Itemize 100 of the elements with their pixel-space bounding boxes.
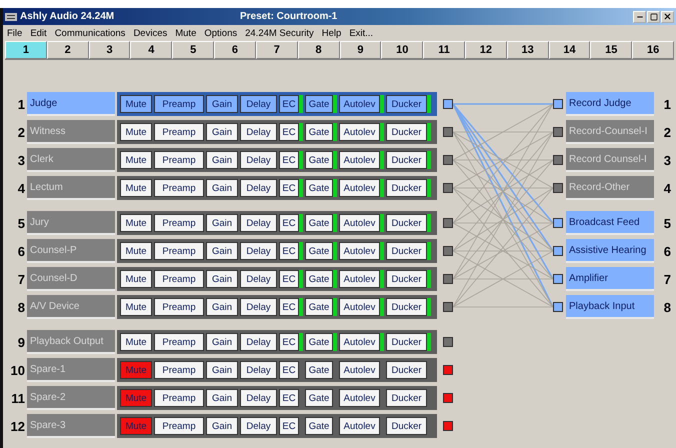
processing-button[interactable]: Gain xyxy=(206,179,238,197)
processing-button[interactable]: Ducker xyxy=(386,95,427,113)
output-port[interactable] xyxy=(553,274,563,284)
output-name[interactable]: Amplifier xyxy=(566,267,654,291)
processing-button[interactable]: Ducker xyxy=(386,298,427,316)
processing-button[interactable]: Delay xyxy=(240,333,277,351)
mute-button[interactable]: Mute xyxy=(120,242,152,260)
output-name[interactable]: Playback Input xyxy=(566,295,654,319)
mute-button[interactable]: Mute xyxy=(120,214,152,232)
processing-button[interactable]: Delay xyxy=(240,389,277,407)
output-name[interactable]: Assistive Hearing xyxy=(566,239,654,263)
mute-button[interactable]: Mute xyxy=(120,333,152,351)
processing-button[interactable]: Ducker xyxy=(386,214,427,232)
output-port[interactable] xyxy=(553,127,563,137)
input-port[interactable] xyxy=(443,246,453,256)
processing-button[interactable]: Delay xyxy=(240,151,277,169)
channel-tab[interactable]: 12 xyxy=(464,41,507,59)
processing-button[interactable]: Gate xyxy=(305,298,333,316)
input-port[interactable] xyxy=(443,393,453,403)
processing-button[interactable]: Autolev xyxy=(339,361,380,379)
processing-button[interactable]: Gate xyxy=(305,214,333,232)
processing-button[interactable]: Gate xyxy=(305,361,333,379)
mute-button[interactable]: Mute xyxy=(120,179,152,197)
processing-button[interactable]: Gain xyxy=(206,123,238,141)
maximize-button[interactable] xyxy=(647,10,660,22)
processing-button[interactable]: Autolev xyxy=(339,95,380,113)
processing-button[interactable]: EC xyxy=(279,179,299,197)
processing-button[interactable]: Gain xyxy=(206,333,238,351)
processing-button[interactable]: EC xyxy=(279,298,299,316)
input-port[interactable] xyxy=(443,421,453,431)
processing-button[interactable]: Preamp xyxy=(154,361,204,379)
menu-item[interactable]: 24.24M Security xyxy=(245,28,314,38)
processing-button[interactable]: Gate xyxy=(305,95,333,113)
channel-tab[interactable]: 1 xyxy=(5,41,47,59)
processing-button[interactable]: Ducker xyxy=(386,242,427,260)
processing-button[interactable]: Gate xyxy=(305,123,333,141)
menu-item[interactable]: Mute xyxy=(175,28,196,38)
input-port[interactable] xyxy=(443,337,453,347)
processing-button[interactable]: Preamp xyxy=(154,389,204,407)
processing-button[interactable]: Gate xyxy=(305,389,333,407)
output-port[interactable] xyxy=(553,99,563,109)
menu-item[interactable]: Exit... xyxy=(349,28,374,38)
processing-button[interactable]: EC xyxy=(279,95,299,113)
processing-button[interactable]: Gain xyxy=(206,417,238,435)
processing-button[interactable]: Delay xyxy=(240,361,277,379)
mute-button[interactable]: Mute xyxy=(120,123,152,141)
processing-button[interactable]: Ducker xyxy=(386,333,427,351)
input-name[interactable]: Judge xyxy=(27,92,115,116)
channel-tab[interactable]: 3 xyxy=(88,41,130,59)
processing-button[interactable]: Gain xyxy=(206,242,238,260)
processing-button[interactable]: Ducker xyxy=(386,361,427,379)
output-name[interactable]: Broadcast Feed xyxy=(566,211,654,235)
processing-button[interactable]: Gate xyxy=(305,333,333,351)
input-port[interactable] xyxy=(443,302,453,312)
processing-button[interactable]: EC xyxy=(279,151,299,169)
processing-button[interactable]: Ducker xyxy=(386,123,427,141)
processing-button[interactable]: Gain xyxy=(206,95,238,113)
processing-button[interactable]: Autolev xyxy=(339,270,380,288)
processing-button[interactable]: Autolev xyxy=(339,242,380,260)
processing-button[interactable]: EC xyxy=(279,417,299,435)
input-port[interactable] xyxy=(443,99,453,109)
processing-button[interactable]: EC xyxy=(279,123,299,141)
processing-button[interactable]: Ducker xyxy=(386,270,427,288)
channel-tab[interactable]: 13 xyxy=(506,41,549,59)
output-port[interactable] xyxy=(553,183,563,193)
menu-item[interactable]: Devices xyxy=(133,28,168,38)
processing-button[interactable]: EC xyxy=(279,214,299,232)
close-button[interactable] xyxy=(661,10,674,22)
processing-button[interactable]: Preamp xyxy=(154,214,204,232)
processing-button[interactable]: Autolev xyxy=(339,179,380,197)
processing-button[interactable]: Gain xyxy=(206,214,238,232)
mute-button[interactable]: Mute xyxy=(120,95,152,113)
processing-button[interactable]: Gate xyxy=(305,179,333,197)
processing-button[interactable]: Autolev xyxy=(339,123,380,141)
menu-item[interactable]: File xyxy=(7,28,22,38)
menu-item[interactable]: Options xyxy=(204,28,238,38)
processing-button[interactable]: Ducker xyxy=(386,417,427,435)
channel-tab[interactable]: 6 xyxy=(214,41,256,59)
processing-button[interactable]: Gain xyxy=(206,389,238,407)
output-port[interactable] xyxy=(553,246,563,256)
processing-button[interactable]: Preamp xyxy=(154,242,204,260)
processing-button[interactable]: Autolev xyxy=(339,333,380,351)
processing-button[interactable]: Gain xyxy=(206,298,238,316)
processing-button[interactable]: Autolev xyxy=(339,151,380,169)
processing-button[interactable]: Ducker xyxy=(386,179,427,197)
channel-tab[interactable]: 9 xyxy=(340,41,382,59)
channel-tab[interactable]: 7 xyxy=(256,41,298,59)
input-port[interactable] xyxy=(443,127,453,137)
processing-button[interactable]: Gate xyxy=(305,151,333,169)
input-port[interactable] xyxy=(443,218,453,228)
menu-item[interactable]: Edit xyxy=(30,28,47,38)
processing-button[interactable]: Ducker xyxy=(386,389,427,407)
channel-tab[interactable]: 5 xyxy=(172,41,214,59)
processing-button[interactable]: Preamp xyxy=(154,333,204,351)
processing-button[interactable]: Preamp xyxy=(154,123,204,141)
processing-button[interactable]: Gain xyxy=(206,270,238,288)
mute-button[interactable]: Mute xyxy=(120,298,152,316)
processing-button[interactable]: Autolev xyxy=(339,214,380,232)
processing-button[interactable]: Delay xyxy=(240,270,277,288)
processing-button[interactable]: Gain xyxy=(206,151,238,169)
